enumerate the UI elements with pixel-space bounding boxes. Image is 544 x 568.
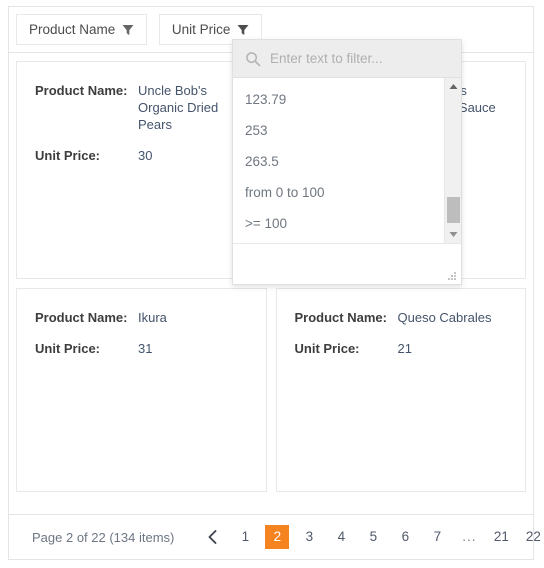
filter-option[interactable]: from 0 to 100 xyxy=(233,178,444,209)
field-label-product-name: Product Name: xyxy=(294,310,387,325)
filter-search-input[interactable] xyxy=(264,50,452,67)
filter-button-product-name-label: Product Name xyxy=(29,22,116,37)
field-product-name: Product Name: Queso Cabrales xyxy=(295,309,508,326)
field-value-unit-price: 30 xyxy=(138,148,153,163)
filter-option[interactable]: 253 xyxy=(233,116,444,147)
list-item[interactable]: Product Name: Uncle Bob's Organic Dried … xyxy=(16,61,267,279)
pager-page-list: 1 2 3 4 5 6 7 ... 21 22 xyxy=(195,525,544,549)
filter-search-bar xyxy=(233,40,461,78)
field-value-product-name: Ikura xyxy=(138,310,167,325)
filter-dropdown-popup: 123.79 253 263.5 from 0 to 100 >= 100 xyxy=(232,39,462,285)
page-button-2[interactable]: 2 xyxy=(265,525,290,549)
page-button-7[interactable]: 7 xyxy=(425,525,449,549)
page-button-3[interactable]: 3 xyxy=(297,525,321,549)
caret-up-icon[interactable] xyxy=(445,79,461,94)
chevron-left-icon[interactable] xyxy=(201,526,223,548)
funnel-icon xyxy=(122,24,134,36)
field-value-unit-price: 31 xyxy=(138,341,153,356)
field-value-product-name: Queso Cabrales xyxy=(397,310,492,325)
page-button-22[interactable]: 22 xyxy=(521,525,544,549)
scrollbar-thumb[interactable] xyxy=(447,197,460,223)
filter-options-list: 123.79 253 263.5 from 0 to 100 >= 100 xyxy=(233,78,444,243)
filter-popup-footer xyxy=(233,244,461,284)
list-item[interactable]: Product Name: Ikura Unit Price: 31 xyxy=(16,288,267,492)
filter-option[interactable]: 123.79 xyxy=(233,85,444,116)
field-label-product-name: Product Name: xyxy=(35,310,128,325)
card-row: Product Name: Ikura Unit Price: 31 Produ… xyxy=(16,288,526,492)
caret-down-icon[interactable] xyxy=(445,227,461,242)
field-label-product-name: Product Name: xyxy=(35,83,128,98)
resize-grip-icon[interactable] xyxy=(447,271,457,281)
field-label-unit-price: Unit Price: xyxy=(35,341,101,356)
field-label-unit-price: Unit Price: xyxy=(35,148,101,163)
page-button-6[interactable]: 6 xyxy=(393,525,417,549)
filter-button-unit-price-label: Unit Price xyxy=(171,22,231,37)
page-button-21[interactable]: 21 xyxy=(489,525,513,549)
filter-option[interactable]: >= 100 xyxy=(233,209,444,240)
search-icon xyxy=(242,51,264,67)
filter-option[interactable]: 263.5 xyxy=(233,147,444,178)
field-label-unit-price: Unit Price: xyxy=(294,341,360,356)
field-unit-price: Unit Price: 30 xyxy=(35,147,248,164)
field-unit-price: Unit Price: 21 xyxy=(295,340,508,357)
funnel-icon xyxy=(237,24,249,36)
field-product-name: Product Name: Ikura xyxy=(35,309,248,326)
field-product-name: Product Name: Uncle Bob's Organic Dried … xyxy=(35,82,248,133)
page-button-1[interactable]: 1 xyxy=(233,525,257,549)
page-button-4[interactable]: 4 xyxy=(329,525,353,549)
list-item[interactable]: Product Name: Queso Cabrales Unit Price:… xyxy=(275,288,526,492)
field-unit-price: Unit Price: 31 xyxy=(35,340,248,357)
filter-options-body: 123.79 253 263.5 from 0 to 100 >= 100 xyxy=(233,78,461,244)
pager: Page 2 of 22 (134 items) 1 2 3 4 5 6 7 .… xyxy=(9,514,541,559)
filter-button-product-name[interactable]: Product Name xyxy=(16,14,148,45)
field-value-unit-price: 21 xyxy=(397,341,412,356)
filter-list-scrollbar[interactable] xyxy=(444,78,461,243)
page-ellipsis: ... xyxy=(462,529,477,544)
pager-info: Page 2 of 22 (134 items) xyxy=(32,529,175,545)
page-button-5[interactable]: 5 xyxy=(361,525,385,549)
